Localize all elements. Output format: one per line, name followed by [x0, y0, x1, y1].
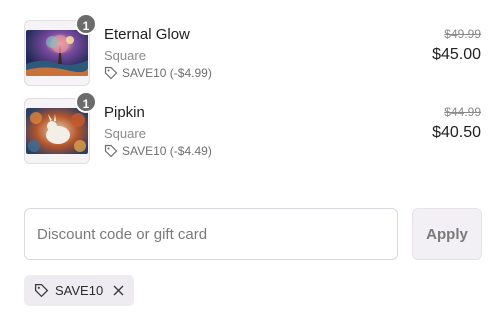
item-title: Pipkin — [104, 104, 145, 121]
item-discount: SAVE10 (-$4.99) — [104, 66, 212, 80]
item-discount-label: SAVE10 (-$4.99) — [122, 66, 212, 80]
final-price: $45.00 — [432, 46, 481, 63]
remove-code-button[interactable] — [113, 285, 124, 296]
quantity-badge: 1 — [75, 13, 97, 35]
discount-code-input[interactable] — [24, 208, 398, 260]
line-item: 1 Pipkin Square SAVE10 (-$4.49) $44.99 $… — [0, 91, 500, 170]
item-discount-label: SAVE10 (-$4.49) — [122, 144, 212, 158]
tag-icon — [104, 66, 118, 80]
close-icon — [113, 285, 124, 296]
applied-discount-chip: SAVE10 — [24, 275, 135, 306]
applied-code-label: SAVE10 — [55, 283, 104, 298]
item-variant: Square — [104, 126, 146, 141]
product-image — [26, 30, 88, 76]
final-price: $40.50 — [432, 124, 481, 141]
quantity-badge: 1 — [75, 91, 97, 113]
tag-icon — [104, 144, 118, 158]
original-price: $44.99 — [444, 105, 481, 119]
product-image — [26, 108, 88, 154]
item-title: Eternal Glow — [104, 26, 190, 43]
line-item: 1 Eternal Glow Square SAVE10 (-$4.99) $4… — [0, 13, 500, 92]
apply-button[interactable]: Apply — [412, 208, 482, 260]
product-thumbnail: 1 — [24, 91, 97, 164]
item-discount: SAVE10 (-$4.49) — [104, 144, 212, 158]
item-variant: Square — [104, 48, 146, 63]
original-price: $49.99 — [444, 27, 481, 41]
tag-icon — [34, 283, 49, 298]
product-thumbnail: 1 — [24, 13, 97, 86]
